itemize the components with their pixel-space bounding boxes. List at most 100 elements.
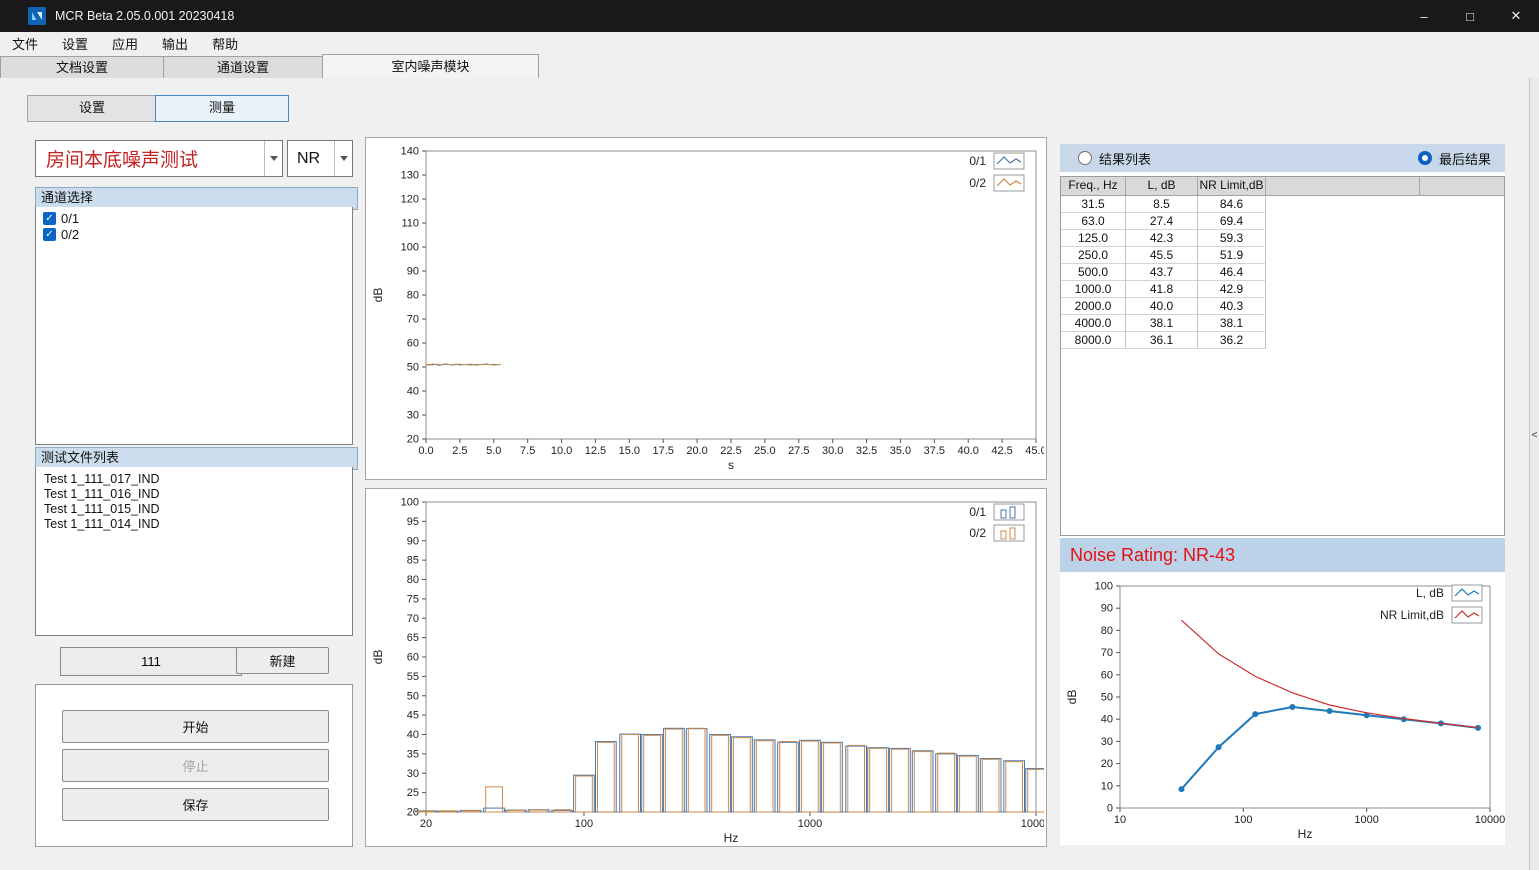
rating-standard-select[interactable]: NR (287, 140, 353, 177)
svg-text:30: 30 (407, 768, 419, 780)
results-table-body: 31.58.584.663.027.469.4125.042.359.3250.… (1061, 196, 1504, 349)
radio-on-icon[interactable] (1418, 151, 1432, 165)
close-button[interactable]: ✕ (1493, 0, 1539, 32)
collapse-panel-handle[interactable]: < (1529, 78, 1539, 870)
radio-last-result-label: 最后结果 (1439, 149, 1491, 168)
table-cell: 125.0 (1061, 230, 1126, 247)
radio-off-icon[interactable] (1078, 151, 1092, 165)
stop-button: 停止 (62, 749, 329, 782)
rating-standard-value: NR (288, 150, 334, 168)
column-header-empty (1266, 177, 1420, 195)
file-list-item[interactable]: Test 1_111_017_IND (36, 472, 352, 487)
svg-text:20: 20 (407, 807, 419, 819)
table-row[interactable]: 1000.041.842.9 (1061, 281, 1504, 298)
table-cell: 59.3 (1198, 230, 1266, 247)
svg-text:L, dB: L, dB (1416, 586, 1444, 600)
table-cell: 38.1 (1198, 315, 1266, 332)
svg-text:10000: 10000 (1021, 818, 1044, 830)
test-type-value: 房间本底噪声测试 (36, 145, 264, 172)
channel-label: 0/1 (61, 211, 79, 226)
table-cell: 69.4 (1198, 213, 1266, 230)
svg-text:dB: dB (371, 650, 385, 665)
table-row[interactable]: 4000.038.138.1 (1061, 315, 1504, 332)
checkbox-checked-icon[interactable]: ✓ (43, 228, 56, 241)
svg-text:70: 70 (1101, 647, 1113, 659)
table-cell: 41.8 (1126, 281, 1198, 298)
channel-item[interactable]: ✓0/2 (36, 226, 352, 242)
svg-text:45.0: 45.0 (1025, 445, 1044, 457)
table-cell: 1000.0 (1061, 281, 1126, 298)
table-cell: 27.4 (1126, 213, 1198, 230)
svg-text:1000: 1000 (1354, 814, 1378, 826)
checkbox-checked-icon[interactable]: ✓ (43, 212, 56, 225)
table-cell: 8.5 (1126, 196, 1198, 213)
nr-curve-chart: 010203040506070809010010100100010000HzdB… (1060, 575, 1505, 845)
table-cell: 31.5 (1061, 196, 1126, 213)
svg-text:60: 60 (407, 338, 419, 350)
svg-text:95: 95 (407, 516, 419, 528)
maximize-button[interactable]: □ (1447, 0, 1493, 32)
new-button[interactable]: 新建 (236, 647, 329, 674)
svg-text:80: 80 (407, 574, 419, 586)
test-file-list: Test 1_111_017_INDTest 1_111_016_INDTest… (35, 467, 353, 636)
channel-list: ✓ 0/1✓0/2 (35, 207, 353, 445)
table-cell: 4000.0 (1061, 315, 1126, 332)
table-row[interactable]: 31.58.584.6 (1061, 196, 1504, 213)
table-row[interactable]: 500.043.746.4 (1061, 264, 1504, 281)
tab-document-settings[interactable]: 文档设置 (0, 56, 164, 78)
table-cell: 8000.0 (1061, 332, 1126, 349)
menu-item-2[interactable]: 设置 (50, 34, 100, 53)
svg-text:10: 10 (1101, 780, 1113, 792)
svg-text:110: 110 (401, 218, 419, 230)
svg-text:10000: 10000 (1475, 814, 1505, 826)
nr-curve-chart-svg: 010203040506070809010010100100010000HzdB… (1060, 575, 1505, 845)
result-view-bar: 结果列表 最后结果 (1060, 144, 1505, 172)
svg-text:30: 30 (1101, 736, 1113, 748)
table-cell: 51.9 (1198, 247, 1266, 264)
table-row[interactable]: 125.042.359.3 (1061, 230, 1504, 247)
menu-item-5[interactable]: 帮助 (200, 34, 250, 53)
window-controls: – □ ✕ (1401, 0, 1539, 32)
svg-text:2.5: 2.5 (452, 445, 467, 457)
test-name-input[interactable] (60, 647, 242, 676)
table-row[interactable]: 63.027.469.4 (1061, 213, 1504, 230)
table-cell: 42.3 (1126, 230, 1198, 247)
svg-text:dB: dB (371, 288, 385, 303)
minimize-button[interactable]: – (1401, 0, 1447, 32)
start-button[interactable]: 开始 (62, 710, 329, 743)
table-cell: 43.7 (1126, 264, 1198, 281)
title-bar: MCR Beta 2.05.0.001 20230418 – □ ✕ (0, 0, 1539, 32)
svg-text:NR Limit,dB: NR Limit,dB (1380, 608, 1444, 622)
table-row[interactable]: 2000.040.040.3 (1061, 298, 1504, 315)
tab-indoor-noise-module[interactable]: 室内噪声模块 (322, 54, 539, 78)
menu-item-3[interactable]: 应用 (100, 34, 150, 53)
tab-channel-settings[interactable]: 通道设置 (163, 56, 323, 78)
time-history-chart: 20304050607080901001101201301400.02.55.0… (365, 137, 1047, 480)
svg-text:10: 10 (1114, 814, 1126, 826)
svg-text:35.0: 35.0 (890, 445, 911, 457)
svg-text:80: 80 (407, 290, 419, 302)
svg-text:17.5: 17.5 (653, 445, 674, 457)
app-logo-icon (28, 7, 46, 25)
radio-result-list[interactable]: 结果列表 (1078, 149, 1151, 168)
menu-item-1[interactable]: 文件 (0, 34, 50, 53)
svg-text:70: 70 (407, 314, 419, 326)
file-list-item[interactable]: Test 1_111_015_IND (36, 502, 352, 517)
radio-last-result[interactable]: 最后结果 (1418, 149, 1491, 168)
svg-text:130: 130 (401, 170, 419, 182)
table-row[interactable]: 250.045.551.9 (1061, 247, 1504, 264)
file-list-item[interactable]: Test 1_111_016_IND (36, 487, 352, 502)
subtab-measure[interactable]: 测量 (155, 95, 289, 122)
svg-text:5.0: 5.0 (486, 445, 501, 457)
save-button[interactable]: 保存 (62, 788, 329, 821)
table-cell: 63.0 (1061, 213, 1126, 230)
window-title: MCR Beta 2.05.0.001 20230418 (55, 9, 234, 23)
test-type-select[interactable]: 房间本底噪声测试 (35, 140, 283, 177)
menu-item-4[interactable]: 输出 (150, 34, 200, 53)
subtab-settings[interactable]: 设置 (27, 95, 157, 122)
svg-text:20: 20 (407, 434, 419, 446)
table-row[interactable]: 8000.036.136.2 (1061, 332, 1504, 349)
channel-item[interactable]: ✓ 0/1 (36, 210, 352, 226)
svg-text:65: 65 (407, 632, 419, 644)
file-list-item[interactable]: Test 1_111_014_IND (36, 517, 352, 532)
